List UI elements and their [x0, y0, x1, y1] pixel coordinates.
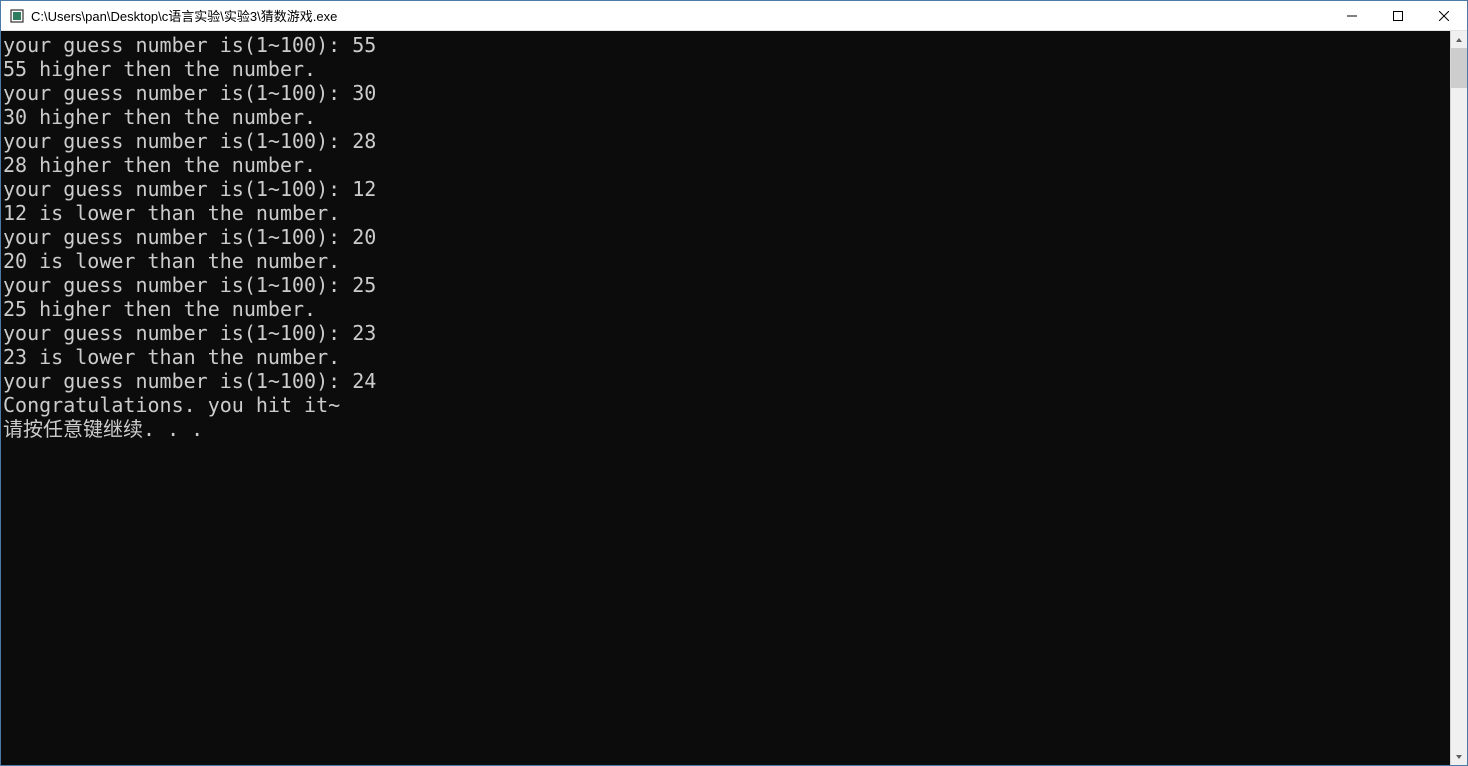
console-line: 30 higher then the number. — [3, 105, 1450, 129]
console-line: your guess number is(1~100): 20 — [3, 225, 1450, 249]
console-line: your guess number is(1~100): 30 — [3, 81, 1450, 105]
console-line: your guess number is(1~100): 12 — [3, 177, 1450, 201]
console-line: your guess number is(1~100): 25 — [3, 273, 1450, 297]
window-controls — [1329, 1, 1467, 30]
console-output[interactable]: your guess number is(1~100): 5555 higher… — [1, 31, 1450, 765]
scroll-track[interactable] — [1451, 48, 1467, 748]
console-line: 23 is lower than the number. — [3, 345, 1450, 369]
console-line: your guess number is(1~100): 24 — [3, 369, 1450, 393]
minimize-button[interactable] — [1329, 1, 1375, 30]
title-bar: C:\Users\pan\Desktop\c语言实验\实验3\猜数游戏.exe — [1, 1, 1467, 31]
scroll-thumb[interactable] — [1451, 48, 1467, 88]
console-line: your guess number is(1~100): 23 — [3, 321, 1450, 345]
console-line: 20 is lower than the number. — [3, 249, 1450, 273]
console-line: 25 higher then the number. — [3, 297, 1450, 321]
scroll-up-button[interactable] — [1451, 31, 1467, 48]
window-title: C:\Users\pan\Desktop\c语言实验\实验3\猜数游戏.exe — [31, 6, 1329, 25]
scroll-down-button[interactable] — [1451, 748, 1467, 765]
console-area: your guess number is(1~100): 5555 higher… — [1, 31, 1467, 765]
vertical-scrollbar[interactable] — [1450, 31, 1467, 765]
console-window: C:\Users\pan\Desktop\c语言实验\实验3\猜数游戏.exe — [0, 0, 1468, 766]
console-line: 28 higher then the number. — [3, 153, 1450, 177]
console-line: 请按任意键继续. . . — [3, 417, 1450, 441]
console-line: your guess number is(1~100): 55 — [3, 33, 1450, 57]
close-button[interactable] — [1421, 1, 1467, 30]
console-line: Congratulations. you hit it~ — [3, 393, 1450, 417]
app-icon — [9, 8, 25, 24]
console-line: 55 higher then the number. — [3, 57, 1450, 81]
maximize-button[interactable] — [1375, 1, 1421, 30]
console-line: your guess number is(1~100): 28 — [3, 129, 1450, 153]
console-line: 12 is lower than the number. — [3, 201, 1450, 225]
